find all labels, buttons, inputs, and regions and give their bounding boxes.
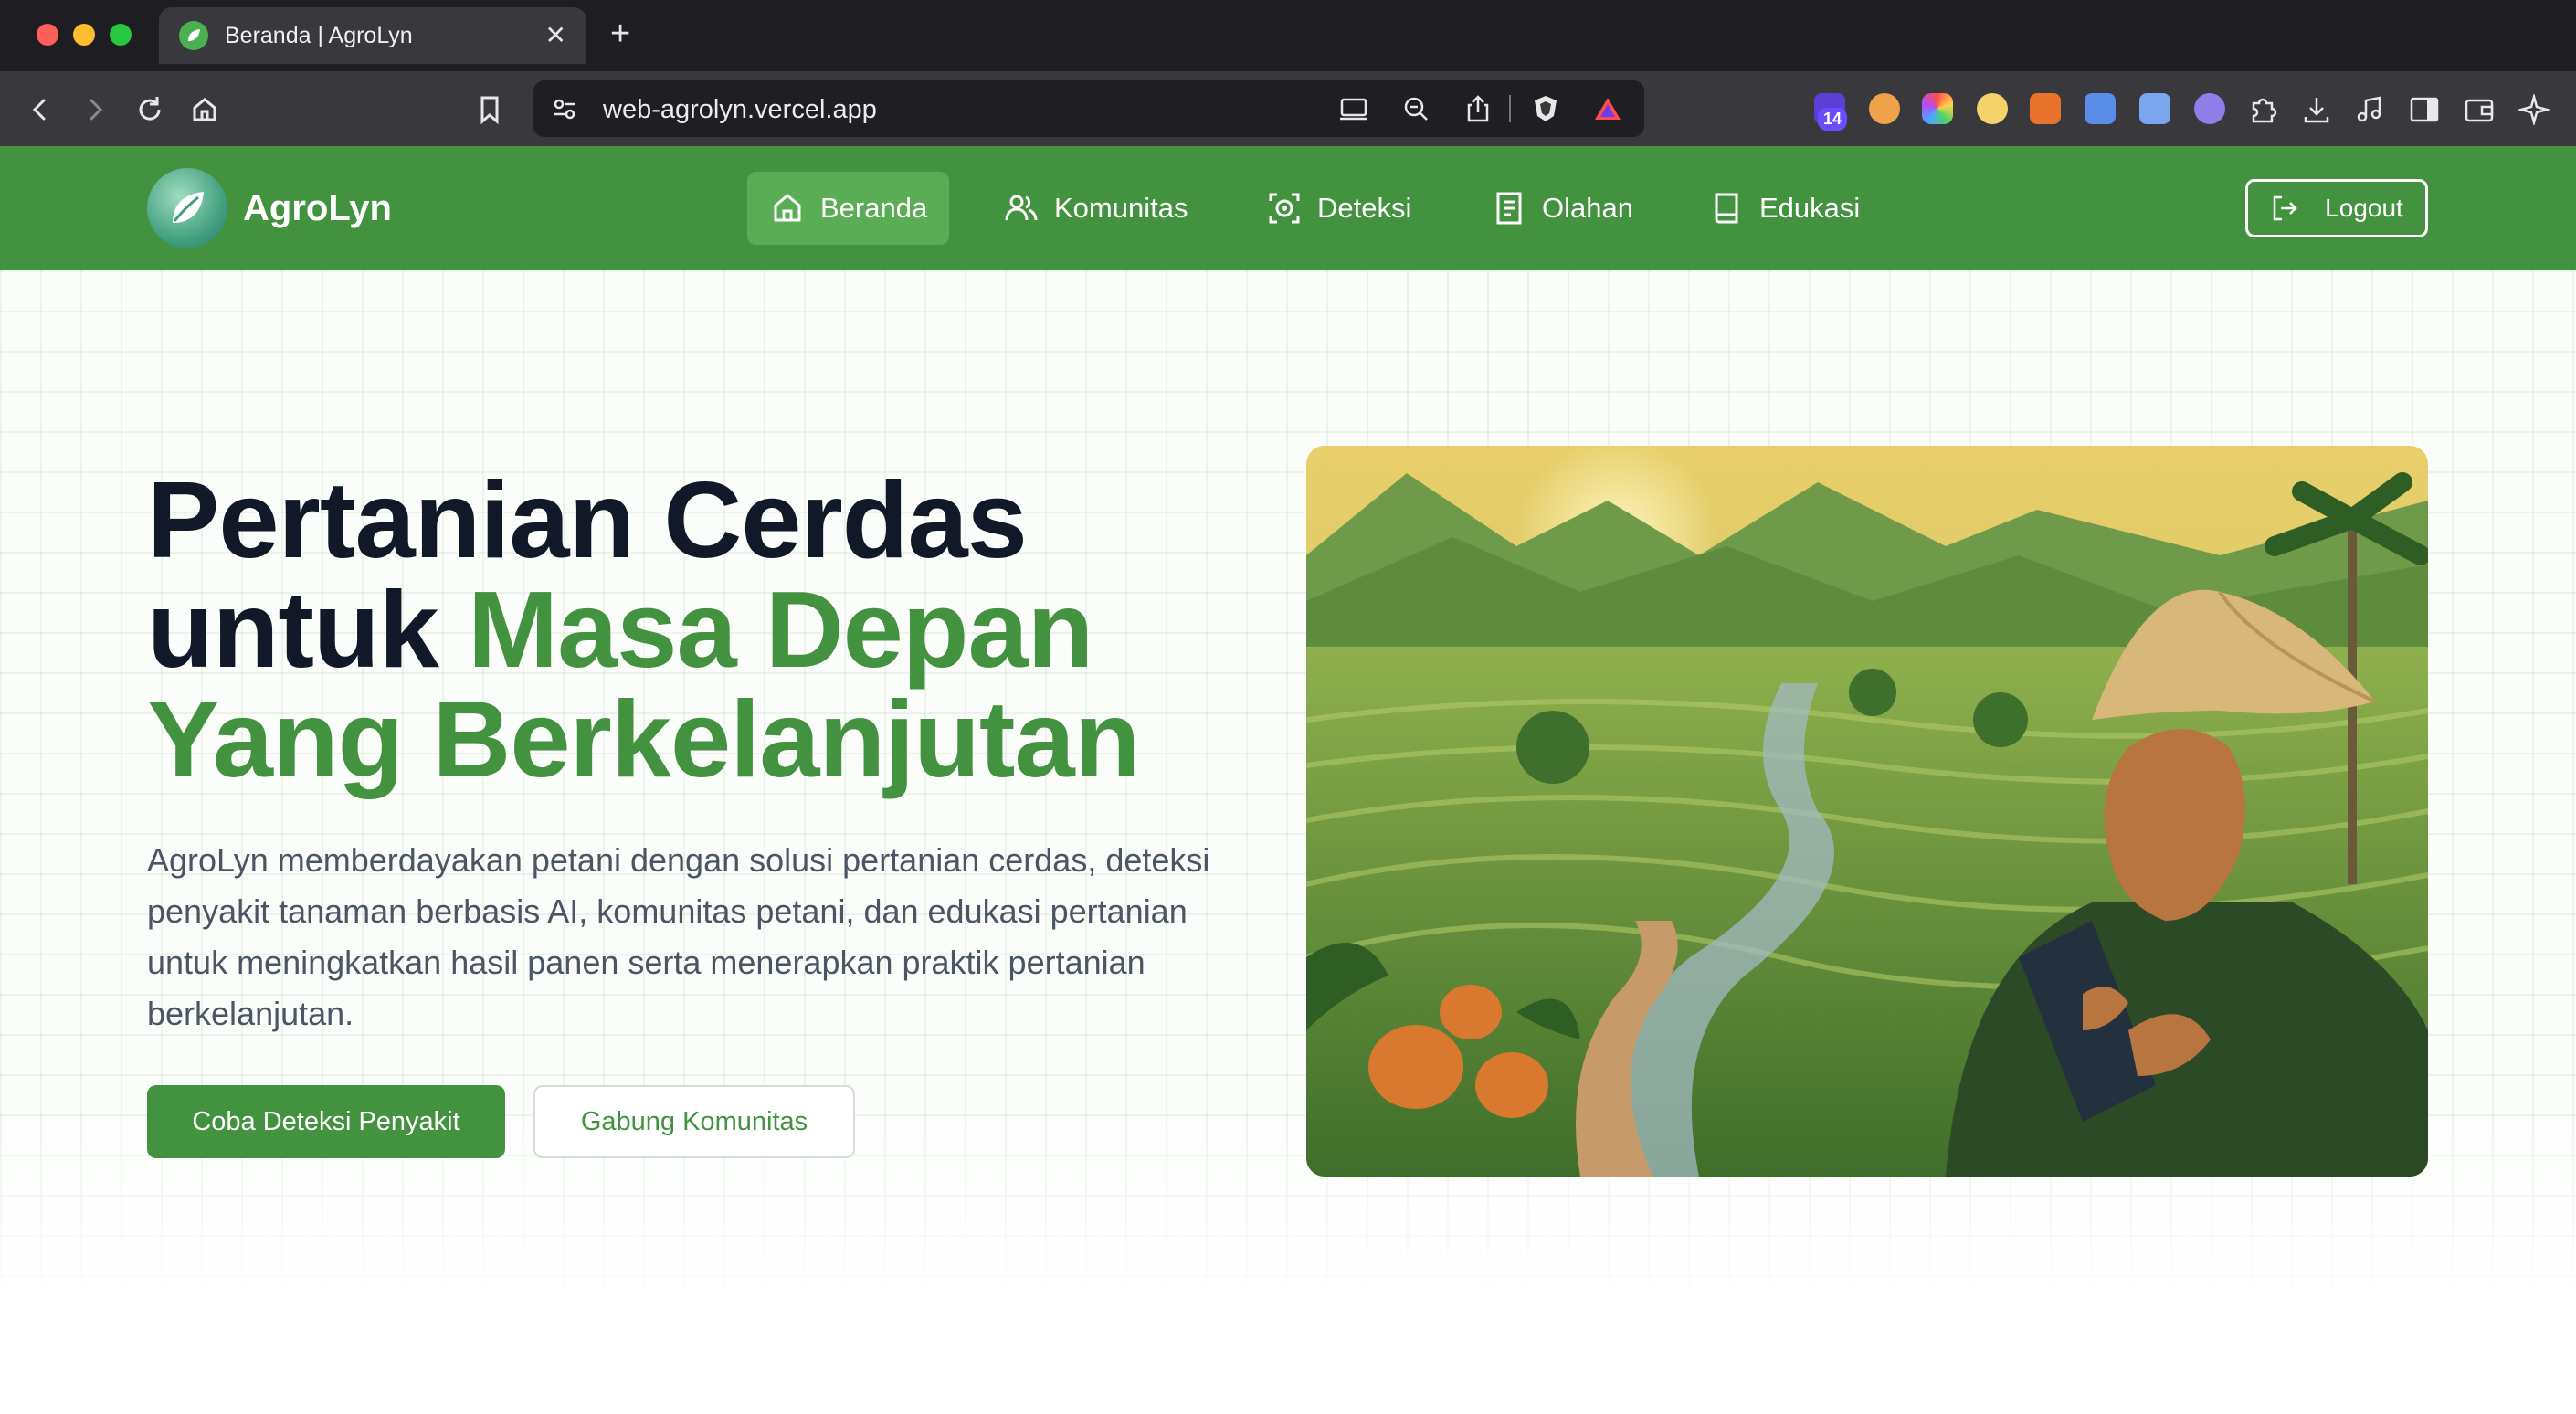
nav-item-beranda[interactable]: Beranda	[747, 172, 950, 245]
tab-close-icon[interactable]: ✕	[545, 23, 566, 48]
join-community-button[interactable]: Gabung Komunitas	[533, 1085, 855, 1158]
agrolyn-logo-icon[interactable]	[147, 168, 227, 248]
extension-4-icon[interactable]	[1977, 93, 2008, 124]
extension-8-icon[interactable]	[2194, 93, 2225, 124]
headline-line-2-green: Masa Depan	[467, 569, 1093, 691]
forward-icon[interactable]	[79, 93, 111, 126]
nav-label: Deteksi	[1317, 192, 1412, 224]
hero-illustration	[1306, 446, 2428, 1177]
close-window-button[interactable]	[37, 24, 58, 46]
wallet-icon[interactable]	[2463, 93, 2496, 126]
sidebar-icon[interactable]	[2408, 93, 2441, 126]
share-icon[interactable]	[1462, 92, 1494, 125]
nav-item-olahan[interactable]: Olahan	[1491, 172, 1633, 245]
nav-label: Komunitas	[1054, 192, 1188, 224]
tab-title: Beranda | AgroLyn	[225, 22, 413, 48]
users-icon	[1005, 195, 1038, 221]
logout-icon	[2273, 195, 2297, 221]
media-icon[interactable]	[2353, 93, 2386, 126]
headline-line-2-plain: untuk	[147, 569, 468, 691]
logout-label: Logout	[2325, 194, 2403, 222]
leaf-favicon-icon	[179, 21, 208, 50]
metamask-icon[interactable]	[2030, 93, 2061, 124]
brave-rewards-icon[interactable]	[1591, 92, 1624, 125]
document-icon	[1496, 192, 1522, 225]
reload-icon[interactable]	[133, 93, 166, 126]
new-tab-button[interactable]: +	[610, 16, 630, 51]
hero-description: AgroLyn memberdayakan petani dengan solu…	[147, 841, 1210, 1032]
home-icon	[774, 194, 801, 222]
detect-disease-button[interactable]: Coba Deteksi Penyakit	[147, 1085, 505, 1158]
extension-6-icon[interactable]	[2085, 93, 2116, 124]
address-bar[interactable]: web-agrolyn.vercel.app	[533, 80, 1644, 137]
browser-tab-active[interactable]: Beranda | AgroLyn ✕	[159, 7, 586, 64]
leo-ai-icon[interactable]	[2518, 93, 2550, 126]
nav-item-deteksi[interactable]: Deteksi	[1266, 172, 1411, 245]
nav-label: Olahan	[1542, 192, 1633, 224]
headline-line-3: Yang Berkelanjutan	[147, 679, 1140, 800]
brave-shields-icon[interactable]	[1529, 92, 1562, 125]
cast-icon[interactable]	[1337, 92, 1370, 125]
nav-item-edukasi[interactable]: Edukasi	[1708, 172, 1860, 245]
bookmark-icon[interactable]	[473, 93, 506, 126]
minimize-window-button[interactable]	[73, 24, 95, 46]
docs-icon[interactable]	[2139, 93, 2170, 124]
extensions-puzzle-icon[interactable]	[2247, 93, 2280, 126]
brand-name[interactable]: AgroLyn	[243, 188, 392, 229]
maximize-window-button[interactable]	[110, 24, 132, 46]
back-icon[interactable]	[24, 93, 57, 126]
nav-item-komunitas[interactable]: Komunitas	[1003, 172, 1188, 245]
nav-label: Edukasi	[1759, 192, 1861, 224]
download-icon[interactable]	[2300, 93, 2333, 126]
hero-headline: Pertanian Cerdas untuk Masa Depan Yang B…	[147, 466, 1298, 795]
site-navbar: AgroLyn Beranda Komunitas Deteksi Olahan…	[0, 146, 2576, 270]
headline-line-1: Pertanian Cerdas	[147, 459, 1028, 581]
browser-toolbar: web-agrolyn.vercel.app 14	[0, 71, 2576, 146]
toolbar-divider	[1509, 95, 1511, 122]
site-settings-icon[interactable]	[548, 92, 581, 125]
scan-icon	[1269, 193, 1300, 224]
logout-button[interactable]: Logout	[2245, 179, 2428, 237]
nav-label: Beranda	[820, 192, 928, 224]
browser-tab-bar: Beranda | AgroLyn ✕ +	[0, 0, 2576, 71]
home-browser-icon[interactable]	[188, 93, 221, 126]
zoom-out-icon[interactable]	[1399, 92, 1432, 125]
extension-2-icon[interactable]	[1869, 93, 1900, 124]
book-icon	[1715, 193, 1738, 224]
url-text: web-agrolyn.vercel.app	[603, 95, 877, 124]
extension-badge: 14	[1818, 108, 1848, 131]
extension-3-icon[interactable]	[1922, 93, 1953, 124]
